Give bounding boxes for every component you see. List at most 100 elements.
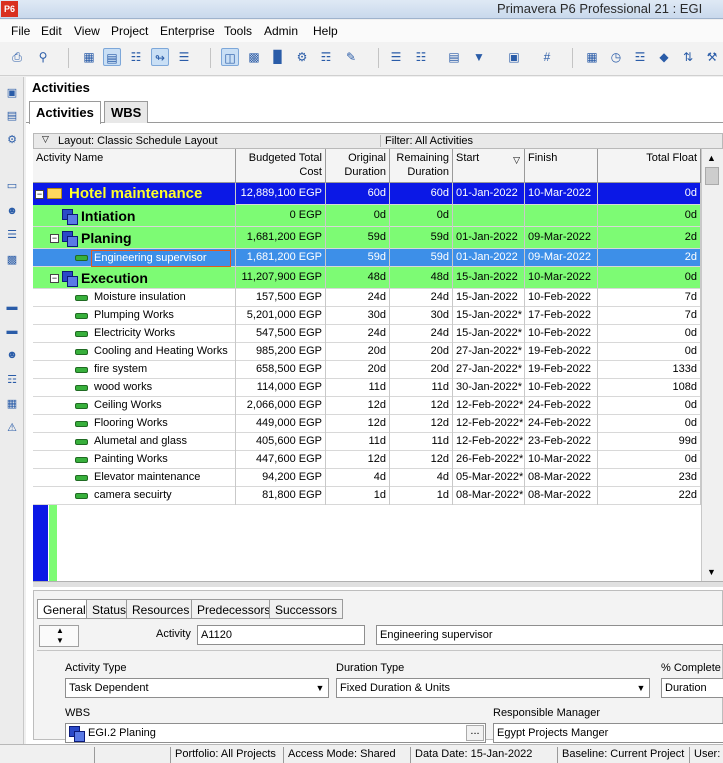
wbs-row[interactable]: − Planing 1,681,200 EGP 59d 59d 01-Jan-2022 09… — [33, 227, 701, 249]
cell-remaining-duration[interactable]: 11d — [390, 433, 453, 451]
wbs-field[interactable]: EGI.2 Planing ... — [65, 723, 486, 743]
cell-remaining-duration[interactable]: 20d — [390, 361, 453, 379]
cell-original-duration[interactable]: 30d — [326, 307, 390, 325]
cell-start[interactable]: 27-Jan-2022* — [453, 361, 525, 379]
cell-total-float[interactable]: 0d — [598, 267, 701, 289]
cell-activity-name[interactable]: Moisture insulation — [33, 289, 236, 307]
cell-activity-name[interactable]: Cooling and Heating Works — [33, 343, 236, 361]
table-row[interactable]: Moisture insulation 157,500 EGP 24d 24d 15-J… — [33, 289, 701, 307]
cell-budgeted-cost[interactable]: 658,500 EGP — [236, 361, 326, 379]
cell-original-duration[interactable]: 11d — [326, 379, 390, 397]
cell-finish[interactable] — [525, 205, 598, 227]
cell-remaining-duration[interactable]: 59d — [390, 249, 453, 267]
filter-label[interactable]: Filter: All Activities — [380, 135, 473, 147]
cell-budgeted-cost[interactable]: 5,201,000 EGP — [236, 307, 326, 325]
cell-finish[interactable]: 10-Mar-2022 — [525, 183, 598, 205]
cell-activity-name[interactable]: − Planing — [33, 227, 236, 249]
cell-finish[interactable]: 24-Feb-2022 — [525, 397, 598, 415]
tab-general[interactable]: General — [37, 599, 92, 619]
cell-activity-name[interactable]: Painting Works — [33, 451, 236, 469]
col-finish[interactable]: Finish — [525, 149, 598, 183]
cell-activity-name[interactable]: Alumetal and glass — [33, 433, 236, 451]
cell-finish[interactable]: 23-Feb-2022 — [525, 433, 598, 451]
table-row[interactable]: Engineering supervisor 1,681,200 EGP 59d 59… — [33, 249, 701, 267]
cell-activity-name[interactable]: Ceiling Works — [33, 397, 236, 415]
collapse-icon[interactable]: − — [35, 190, 44, 199]
scroll-thumb[interactable] — [705, 167, 719, 185]
cell-budgeted-cost[interactable]: 12,889,100 EGP — [236, 183, 326, 205]
folder-nav-icon[interactable]: ▭ — [4, 178, 20, 194]
cell-budgeted-cost[interactable]: 157,500 EGP — [236, 289, 326, 307]
cell-start[interactable]: 12-Feb-2022* — [453, 397, 525, 415]
cell-remaining-duration[interactable]: 60d — [390, 183, 453, 205]
filter-icon[interactable]: ▼ — [470, 48, 488, 66]
next-icon[interactable]: ▼ — [56, 636, 64, 645]
cell-original-duration[interactable]: 20d — [326, 343, 390, 361]
wbs-nav-icon[interactable]: ▤ — [4, 108, 20, 124]
p6-app-icon[interactable]: P6 — [1, 1, 18, 17]
layout-detail-icon[interactable]: ◫ — [221, 48, 239, 66]
tab-activities[interactable]: Activities — [29, 101, 101, 124]
table-row[interactable]: Alumetal and glass 405,600 EGP 11d 11d 12-Fe… — [33, 433, 701, 451]
assignments-nav-icon[interactable]: ▬ — [4, 323, 20, 339]
risks-nav-icon[interactable]: ⚠ — [4, 420, 20, 436]
cell-finish[interactable]: 08-Mar-2022 — [525, 469, 598, 487]
cell-budgeted-cost[interactable]: 1,681,200 EGP — [236, 227, 326, 249]
resp-mgr-field[interactable]: Egypt Projects Manger — [493, 723, 723, 743]
steps-icon[interactable]: ⇅ — [679, 48, 697, 66]
vertical-scrollbar[interactable]: ▲ ▼ — [701, 149, 723, 581]
cell-original-duration[interactable]: 48d — [326, 267, 390, 289]
cell-remaining-duration[interactable]: 24d — [390, 325, 453, 343]
number-icon[interactable]: # — [538, 48, 556, 66]
cell-start[interactable]: 27-Jan-2022* — [453, 343, 525, 361]
menu-tools[interactable]: Tools — [224, 24, 252, 38]
cell-finish[interactable]: 19-Feb-2022 — [525, 361, 598, 379]
cell-total-float[interactable]: 0d — [598, 205, 701, 227]
menu-project[interactable]: Project — [111, 24, 148, 38]
cell-original-duration[interactable]: 12d — [326, 451, 390, 469]
reports-nav-icon[interactable]: ☰ — [4, 227, 20, 243]
cell-activity-name[interactable]: Engineering supervisor — [33, 249, 236, 267]
menu-enterprise[interactable]: Enterprise — [160, 24, 215, 38]
cell-remaining-duration[interactable]: 48d — [390, 267, 453, 289]
table-row[interactable]: Plumping Works 5,201,000 EGP 30d 30d 15-Jan-… — [33, 307, 701, 325]
cell-original-duration[interactable]: 24d — [326, 325, 390, 343]
cell-start[interactable]: 01-Jan-2022 — [453, 183, 525, 205]
cell-original-duration[interactable]: 1d — [326, 487, 390, 505]
cell-remaining-duration[interactable]: 24d — [390, 289, 453, 307]
cell-start[interactable]: 15-Jan-2022* — [453, 307, 525, 325]
cell-remaining-duration[interactable]: 1d — [390, 487, 453, 505]
cell-total-float[interactable]: 7d — [598, 307, 701, 325]
tool-icon[interactable]: ⚒ — [703, 48, 721, 66]
cell-start[interactable]: 08-Mar-2022* — [453, 487, 525, 505]
cell-total-float[interactable]: 99d — [598, 433, 701, 451]
cell-budgeted-cost[interactable]: 94,200 EGP — [236, 469, 326, 487]
previous-icon[interactable]: ▲ — [56, 626, 64, 635]
cell-start[interactable]: 01-Jan-2022 — [453, 227, 525, 249]
cell-original-duration[interactable]: 0d — [326, 205, 390, 227]
col-remaining-duration[interactable]: Remaining Duration — [390, 149, 453, 183]
cell-total-float[interactable]: 23d — [598, 469, 701, 487]
cell-start[interactable]: 15-Jan-2022* — [453, 325, 525, 343]
col-budgeted-cost[interactable]: Budgeted Total Cost — [236, 149, 326, 183]
cell-remaining-duration[interactable]: 12d — [390, 415, 453, 433]
cell-remaining-duration[interactable]: 12d — [390, 451, 453, 469]
scroll-up-icon[interactable]: ▲ — [707, 153, 716, 163]
scroll-down-icon[interactable]: ▼ — [707, 567, 716, 577]
menu-view[interactable]: View — [74, 24, 100, 38]
cell-total-float[interactable]: 0d — [598, 343, 701, 361]
cell-remaining-duration[interactable]: 0d — [390, 205, 453, 227]
layout-label[interactable]: Layout: Classic Schedule Layout — [58, 135, 218, 147]
resources-nav-icon[interactable]: ☻ — [4, 203, 20, 219]
activity-navigator[interactable]: ▲ ▼ — [39, 625, 79, 647]
tab-wbs[interactable]: WBS — [104, 101, 149, 123]
cell-remaining-duration[interactable]: 12d — [390, 397, 453, 415]
table-row[interactable]: Electricity Works 547,500 EGP 24d 24d 15-Jan… — [33, 325, 701, 343]
cell-finish[interactable]: 10-Feb-2022 — [525, 325, 598, 343]
cell-total-float[interactable]: 0d — [598, 325, 701, 343]
cell-total-float[interactable]: 108d — [598, 379, 701, 397]
table-row[interactable]: Painting Works 447,600 EGP 12d 12d 26-Feb-20… — [33, 451, 701, 469]
cell-finish[interactable]: 10-Mar-2022 — [525, 451, 598, 469]
docs-nav-icon[interactable]: ☶ — [4, 372, 20, 388]
cell-original-duration[interactable]: 4d — [326, 469, 390, 487]
